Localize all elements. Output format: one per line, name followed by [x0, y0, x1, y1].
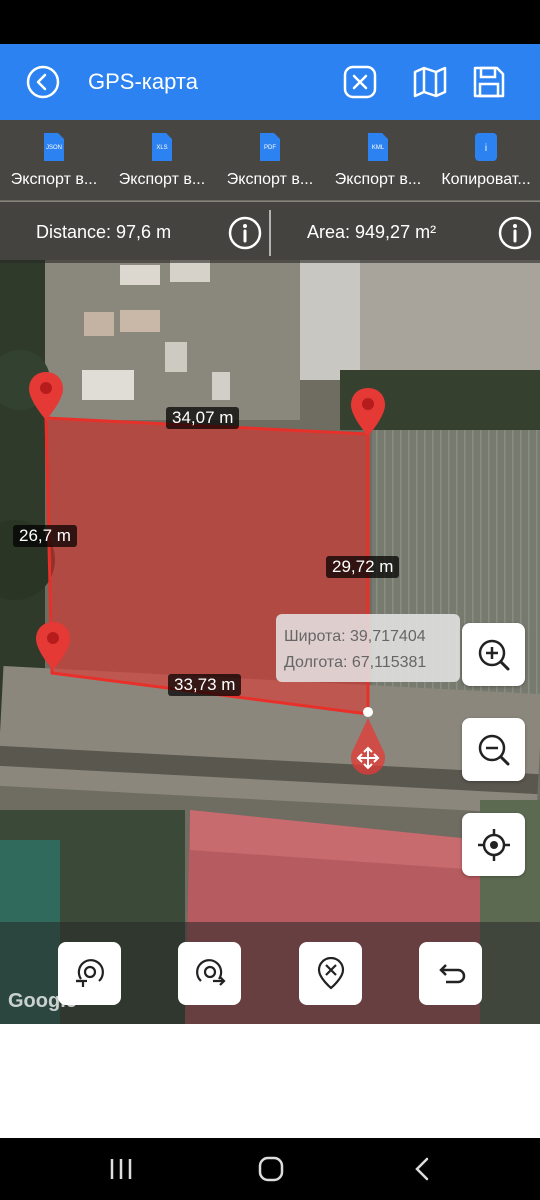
svg-text:KML: KML — [372, 145, 385, 151]
coordinates-tooltip: Широта: 39,717404 Долгота: 67,115381 — [276, 614, 460, 682]
info-file-icon: i — [475, 133, 497, 161]
segment-length-bottom: 33,73 m — [168, 674, 242, 696]
info-icon[interactable] — [498, 216, 532, 250]
svg-text:JSON: JSON — [46, 145, 62, 151]
svg-text:XLS: XLS — [156, 145, 167, 151]
page-title: GPS-карта — [88, 69, 198, 94]
map-pin-icon[interactable] — [349, 386, 387, 438]
rotate-left-pin-icon — [75, 958, 104, 987]
export-pdf-label: Экспорт в... — [226, 171, 314, 188]
svg-text:PDF: PDF — [264, 145, 276, 151]
export-pdf-button[interactable]: PDF Экспорт в... — [216, 120, 324, 200]
move-handle-icon[interactable] — [348, 706, 388, 780]
segment-length-left: 26,7 m — [13, 525, 77, 547]
export-xls-label: Экспорт в... — [118, 171, 206, 188]
segment-length-right: 29,72 m — [326, 556, 400, 578]
rotate-right-pin-icon — [195, 958, 226, 986]
app-bar: GPS-карта — [0, 44, 540, 120]
rotate-right-button[interactable] — [178, 942, 241, 1005]
zoom-out-button[interactable] — [462, 718, 525, 781]
zoom-in-icon — [478, 639, 509, 670]
segment-length-top: 34,07 m — [166, 407, 240, 429]
export-json-label: Экспорт в... — [10, 171, 98, 188]
export-kml-label: Экспорт в... — [334, 171, 422, 188]
info-icon[interactable] — [228, 216, 262, 250]
map-pin-icon[interactable] — [27, 370, 65, 422]
back-arrow-circle-icon[interactable] — [23, 62, 63, 102]
back-icon[interactable] — [408, 1154, 438, 1184]
home-icon[interactable] — [256, 1154, 286, 1184]
my-location-button[interactable] — [462, 813, 525, 876]
latitude-text: Широта: 39,717404 — [284, 628, 426, 645]
export-kml-button[interactable]: KML Экспорт в... — [324, 120, 432, 200]
json-file-icon: JSON — [44, 133, 64, 161]
export-json-button[interactable]: JSON Экспорт в... — [0, 120, 108, 200]
svg-text:i: i — [485, 143, 487, 154]
close-box-icon[interactable] — [340, 62, 380, 102]
map-pin-icon[interactable] — [34, 620, 72, 672]
recent-apps-icon[interactable] — [106, 1154, 136, 1184]
zoom-out-icon — [478, 734, 509, 765]
divider — [269, 210, 271, 256]
save-floppy-icon[interactable] — [469, 62, 509, 102]
undo-button[interactable] — [419, 942, 482, 1005]
delete-pin-icon — [317, 956, 344, 989]
export-toolbar: JSON Экспорт в... XLS Экспорт в... PDF Э… — [0, 120, 540, 200]
longitude-text: Долгота: 67,115381 — [284, 654, 427, 671]
kml-file-icon: KML — [368, 133, 388, 161]
crosshair-icon — [477, 828, 510, 861]
undo-arrow-icon — [438, 963, 465, 983]
xls-file-icon: XLS — [152, 133, 172, 161]
map-attribution: Google — [8, 990, 77, 1012]
copy-button[interactable]: i Копироват... — [432, 120, 540, 200]
zoom-in-button[interactable] — [462, 623, 525, 686]
map-icon[interactable] — [410, 62, 450, 102]
action-bar — [0, 922, 540, 1024]
pdf-file-icon: PDF — [260, 133, 280, 161]
distance-text: Distance: 97,6 m — [36, 222, 172, 242]
system-nav-bar — [0, 1138, 540, 1200]
copy-label: Копироват... — [441, 171, 531, 188]
measurement-bar: Distance: 97,6 m Area: 949,27 m² — [0, 201, 540, 263]
export-xls-button[interactable]: XLS Экспорт в... — [108, 120, 216, 200]
status-bar — [0, 0, 540, 44]
area-text: Area: 949,27 m² — [307, 222, 437, 242]
delete-point-button[interactable] — [299, 942, 362, 1005]
